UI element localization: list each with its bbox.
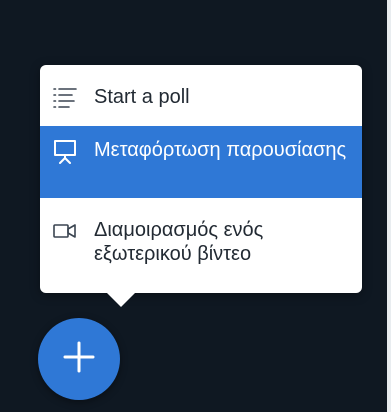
list-icon — [52, 86, 78, 108]
menu-item-label: Μεταφόρτωση παρουσίασης — [94, 139, 347, 161]
presentation-icon — [52, 138, 78, 164]
menu-item-start-poll[interactable]: Start a poll — [40, 78, 362, 116]
plus-icon — [62, 340, 96, 379]
menu-pointer-arrow — [106, 292, 136, 307]
actions-menu: Start a poll Μεταφόρτωση παρουσίασης Δια… — [40, 65, 362, 307]
add-action-button[interactable] — [38, 318, 120, 400]
menu-item-upload-presentation[interactable]: Μεταφόρτωση παρουσίασης — [40, 126, 362, 198]
window-edge — [387, 0, 391, 412]
menu-item-label: Διαμοιρασμός ενός εξωτερικού βίντεο — [94, 219, 264, 265]
menu-item-label: Start a poll — [94, 86, 190, 108]
menu-item-share-external-video[interactable]: Διαμοιρασμός ενός εξωτερικού βίντεο — [40, 208, 362, 282]
video-camera-icon — [52, 218, 78, 244]
